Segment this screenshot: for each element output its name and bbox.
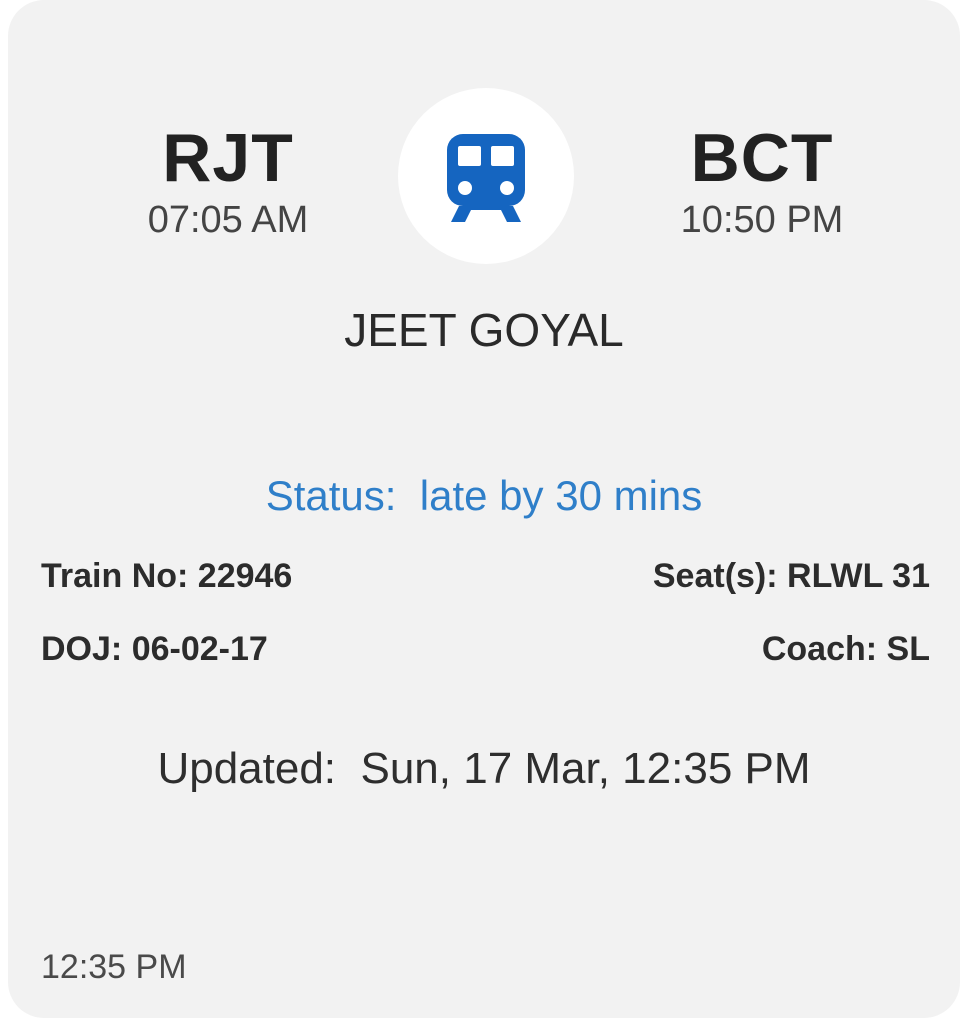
doj-value: 06-02-17 <box>131 630 268 668</box>
updated-line: Updated: Sun, 17 Mar, 12:35 PM <box>8 742 960 796</box>
status-label: Status: <box>265 472 397 519</box>
arrival-time: 10:50 PM <box>680 199 844 241</box>
date-of-journey: DOJ: 06-02-17 <box>41 628 268 670</box>
doj-label: DOJ: <box>41 630 123 668</box>
coach-label: Coach: <box>761 630 878 668</box>
train-number-value: 22946 <box>197 557 293 595</box>
coach-value: SL <box>886 630 930 668</box>
seat-info: Seat(s): RLWL 31 <box>653 555 930 597</box>
footer-timestamp: 12:35 PM <box>41 948 187 986</box>
status-value: late by 30 mins <box>419 472 703 519</box>
updated-value: Sun, 17 Mar, 12:35 PM <box>360 744 811 793</box>
train-icon-circle <box>398 88 574 264</box>
train-number-label: Train No: <box>41 557 189 595</box>
origin-code: RJT <box>162 120 294 196</box>
train-number: Train No: 22946 <box>41 555 292 597</box>
status-line: Status: late by 30 mins <box>8 470 960 522</box>
coach-info: Coach: SL <box>762 628 930 670</box>
origin-station: RJT 07:05 AM <box>98 118 358 242</box>
ticket-card[interactable]: RJT 07:05 AM BCT 10:50 PM JEET GOYAL Sta… <box>8 0 960 1018</box>
departure-time: 07:05 AM <box>147 199 309 241</box>
destination-code: BCT <box>690 120 834 196</box>
seats-label: Seat(s): <box>652 557 778 595</box>
updated-label: Updated: <box>157 744 337 793</box>
destination-station: BCT 10:50 PM <box>632 118 892 242</box>
seats-value: RLWL 31 <box>787 557 930 595</box>
passenger-name: JEET GOYAL <box>344 304 624 356</box>
train-icon <box>447 134 525 222</box>
